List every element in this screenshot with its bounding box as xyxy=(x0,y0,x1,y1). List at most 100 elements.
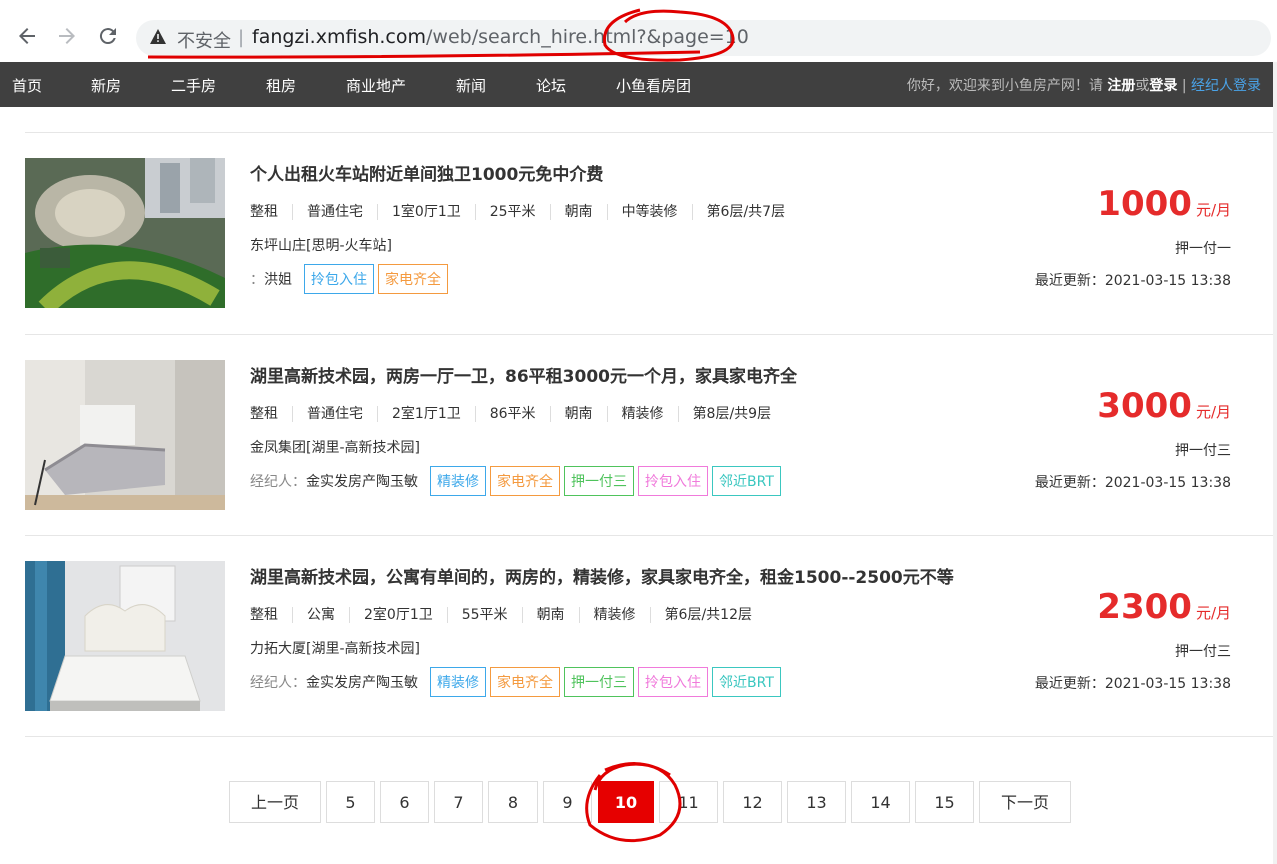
agent-info: 经纪人：金实发房产陶玉敏 xyxy=(250,672,418,692)
or-text: 或 xyxy=(1135,78,1150,94)
attr-rent-type: 整租 xyxy=(250,607,278,623)
browser-toolbar: 不安全 | fangzi.xmfish.com/web/search_hire.… xyxy=(0,0,1277,62)
listing-photo[interactable] xyxy=(25,360,225,510)
nav-item-second-hand[interactable]: 二手房 xyxy=(171,75,216,96)
nav-item-home[interactable]: 首页 xyxy=(12,75,42,96)
page-11-button[interactable]: 11 xyxy=(659,781,718,823)
attr-area: 25平米 xyxy=(474,204,550,220)
attr-floor: 第8层/共9层 xyxy=(677,406,786,422)
listing-title[interactable]: 湖里高新技术园，公寓有单间的，两房的，精装修，家具家电齐全，租金1500--25… xyxy=(250,563,954,588)
nav-item-new-homes[interactable]: 新房 xyxy=(91,75,121,96)
listing-photo[interactable] xyxy=(25,158,225,308)
deposit-terms: 押一付一 xyxy=(1175,241,1231,257)
url-path: /web/search_hire.html?&page=10 xyxy=(426,26,749,48)
nav-item-news[interactable]: 新闻 xyxy=(456,75,486,96)
attr-rent-type: 整租 xyxy=(250,406,278,422)
listing-attributes: 整租 普通住宅 1室0厅1卫 25平米 朝南 中等装修 第6层/共7层 xyxy=(250,201,800,221)
listing-address[interactable]: 东坪山庄[思明-火车站] xyxy=(250,235,392,255)
back-arrow-icon[interactable] xyxy=(15,24,39,48)
divider xyxy=(25,132,1273,133)
current-page-button[interactable]: 10 xyxy=(598,781,654,823)
price-unit: 元/月 xyxy=(1195,403,1231,421)
agent-row: ：洪姐 拎包入住 家电齐全 xyxy=(250,264,452,294)
login-link[interactable]: 登录 xyxy=(1149,78,1177,94)
listing-price: 2300 元/月 xyxy=(1097,587,1231,627)
feature-tag: 家电齐全 xyxy=(490,466,560,496)
register-link[interactable]: 注册 xyxy=(1107,78,1135,94)
feature-tag: 拎包入住 xyxy=(638,466,708,496)
divider xyxy=(25,736,1273,737)
feature-tag: 拎包入住 xyxy=(304,264,374,294)
page-5-button[interactable]: 5 xyxy=(326,781,375,823)
warning-triangle-icon[interactable] xyxy=(150,29,166,48)
attr-decoration: 精装修 xyxy=(606,406,678,422)
listing-item: 湖里高新技术园，两房一厅一卫，86平租3000元一个月，家具家电齐全 整租 普通住… xyxy=(25,360,1273,512)
nav-divider: | xyxy=(1181,78,1187,94)
agent-label: 经纪人： xyxy=(250,675,306,691)
attr-property-type: 公寓 xyxy=(292,607,349,623)
insecure-label[interactable]: 不安全 xyxy=(177,27,231,53)
attr-orientation: 朝南 xyxy=(549,406,607,422)
attr-layout: 2室0厅1卫 xyxy=(349,607,447,623)
attr-orientation: 朝南 xyxy=(521,607,579,623)
next-page-button[interactable]: 下一页 xyxy=(979,781,1071,823)
divider xyxy=(25,535,1273,536)
agent-name: 洪姐 xyxy=(264,272,292,288)
url-separator: | xyxy=(238,27,245,48)
price-unit: 元/月 xyxy=(1195,201,1231,219)
page-12-button[interactable]: 12 xyxy=(723,781,782,823)
scrollbar[interactable] xyxy=(1273,62,1277,864)
attr-property-type: 普通住宅 xyxy=(292,406,377,422)
page-15-button[interactable]: 15 xyxy=(915,781,974,823)
agent-label: ： xyxy=(250,272,264,288)
page-6-button[interactable]: 6 xyxy=(380,781,429,823)
nav-item-forum[interactable]: 论坛 xyxy=(536,75,566,96)
attr-floor: 第6层/共7层 xyxy=(691,204,800,220)
agent-info: 经纪人：金实发房产陶玉敏 xyxy=(250,471,418,491)
page-7-button[interactable]: 7 xyxy=(434,781,483,823)
nav-item-rent[interactable]: 租房 xyxy=(266,75,296,96)
agent-name: 金实发房产陶玉敏 xyxy=(306,675,418,691)
listing-item: 个人出租火车站附近单间独卫1000元免中介费 整租 普通住宅 1室0厅1卫 25平米朝… xyxy=(25,158,1273,310)
agent-login-link[interactable]: 经纪人登录 xyxy=(1191,78,1261,94)
price-value: 3000 xyxy=(1097,386,1192,426)
page-14-button[interactable]: 14 xyxy=(851,781,910,823)
listing-attributes: 整租 公寓 2室0厅1卫 55平米 朝南 精装修 第6层/共12层 xyxy=(250,604,767,624)
forward-arrow-icon[interactable] xyxy=(55,24,79,48)
deposit-terms: 押一付三 xyxy=(1175,644,1231,660)
listing-address[interactable]: 力拓大厦[湖里-高新技术园] xyxy=(250,638,420,658)
price-unit: 元/月 xyxy=(1195,604,1231,622)
welcome-text: 你好，欢迎来到小鱼房产网！请 xyxy=(906,78,1103,94)
listing-attributes: 整租 普通住宅 2室1厅1卫 86平米 朝南 精装修 第8层/共9层 xyxy=(250,403,786,423)
divider xyxy=(25,334,1273,335)
reload-icon[interactable] xyxy=(96,24,120,48)
listing-photo[interactable] xyxy=(25,561,225,711)
last-updated: 最近更新：2021-03-15 13:38 xyxy=(1034,676,1231,692)
nav-item-house-tour[interactable]: 小鱼看房团 xyxy=(616,75,691,96)
page-9-button[interactable]: 9 xyxy=(543,781,592,823)
listing-title[interactable]: 湖里高新技术园，两房一厅一卫，86平租3000元一个月，家具家电齐全 xyxy=(250,362,797,387)
listing-title[interactable]: 个人出租火车站附近单间独卫1000元免中介费 xyxy=(250,160,603,185)
page-13-button[interactable]: 13 xyxy=(787,781,846,823)
url-text[interactable]: fangzi.xmfish.com/web/search_hire.html?&… xyxy=(252,26,749,48)
feature-tag: 精装修 xyxy=(430,466,486,496)
feature-tag: 押一付三 xyxy=(564,466,634,496)
listing-item: 湖里高新技术园，公寓有单间的，两房的，精装修，家具家电齐全，租金1500--25… xyxy=(25,561,1273,713)
nav-item-commercial[interactable]: 商业地产 xyxy=(346,75,406,96)
agent-label: 经纪人： xyxy=(250,474,306,490)
url-host: fangzi.xmfish.com xyxy=(252,26,427,48)
feature-tag: 邻近BRT xyxy=(712,667,781,697)
feature-tag: 拎包入住 xyxy=(638,667,708,697)
attr-property-type: 普通住宅 xyxy=(292,204,377,220)
listing-address[interactable]: 金凤集团[湖里-高新技术园] xyxy=(250,437,420,457)
attr-decoration: 精装修 xyxy=(578,607,650,623)
price-value: 2300 xyxy=(1097,587,1192,627)
page-8-button[interactable]: 8 xyxy=(488,781,538,823)
welcome-bar: 你好，欢迎来到小鱼房产网！请 注册或登录 | 经纪人登录 xyxy=(907,75,1261,95)
agent-row: 经纪人：金实发房产陶玉敏 精装修 家电齐全 押一付三 拎包入住 邻近BRT xyxy=(250,466,785,496)
attr-rent-type: 整租 xyxy=(250,204,278,220)
prev-page-button[interactable]: 上一页 xyxy=(229,781,321,823)
attr-area: 86平米 xyxy=(474,406,550,422)
attr-layout: 1室0厅1卫 xyxy=(377,204,475,220)
deposit-terms: 押一付三 xyxy=(1175,443,1231,459)
